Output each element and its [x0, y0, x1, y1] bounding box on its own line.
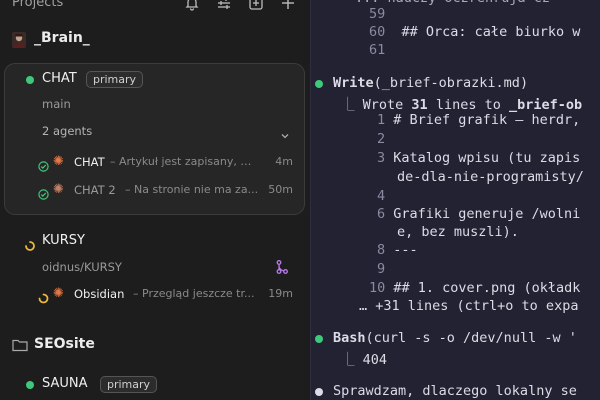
terminal-line: 4 — [377, 188, 386, 204]
spinner-icon — [38, 289, 49, 304]
avatar-icon — [12, 32, 26, 48]
bell-icon[interactable] — [184, 0, 200, 11]
agent-time: 50m — [268, 183, 293, 196]
agent-time: 4m — [275, 155, 293, 168]
session-name: KURSY — [42, 233, 85, 248]
terminal-line: Write(_brief-obrazki.md) — [333, 75, 529, 91]
terminal-line: 6 Grafiki generuje /wolni — [377, 206, 581, 222]
agent-description: – Przegląd jeszcze tr... — [133, 287, 255, 300]
agent-time: 19m — [268, 287, 293, 300]
agents-toggle[interactable]: 2 agents — [42, 123, 294, 141]
terminal-line: 59 — [369, 6, 386, 22]
terminal-line: Sprawdzam, dlaczego lokalny se — [333, 383, 577, 399]
terminal-line: 8 --- — [377, 242, 418, 258]
new-window-icon[interactable] — [248, 0, 264, 11]
chevron-down-icon — [280, 126, 290, 145]
projects-title: Projects — [12, 0, 64, 10]
terminal-line: 9 — [377, 261, 386, 277]
agent-row[interactable]: ✺ CHAT – Artykuł jest zapisany, al... 4m — [38, 154, 293, 172]
terminal-line: 2 — [377, 131, 386, 147]
terminal-line: 60 ## Orca: całe biurko w — [369, 24, 581, 40]
terminal-line: ⎿ Wrote 31 lines to _brief-ob — [341, 97, 583, 113]
terminal-line: ⎿ 404 — [341, 352, 388, 368]
terminal-line: 61 — [369, 42, 386, 58]
project-brain[interactable]: _Brain_ — [0, 27, 310, 53]
terminal-pane[interactable]: ... nauczy oczrenruja cz 59 60 ## Orca: … — [310, 0, 600, 400]
check-circle-icon — [38, 157, 49, 172]
agent-name: CHAT 2 — [74, 183, 116, 197]
message-dot — [315, 388, 323, 396]
terminal-line: 10 ## 1. cover.png (okładk — [369, 280, 581, 296]
check-circle-icon — [38, 185, 49, 200]
agent-description: – Artykuł jest zapisany, al... — [110, 155, 258, 168]
agent-row[interactable]: ✺ Obsidian – Przegląd jeszcze tr... 19m — [38, 286, 293, 304]
claude-icon: ✺ — [53, 286, 64, 301]
terminal-line: de-dla-nie-programisty/ — [397, 169, 584, 185]
project-seosite[interactable]: SEOsite — [0, 333, 310, 359]
agent-name: CHAT — [74, 155, 105, 169]
tool-status-dot — [315, 80, 323, 88]
branch-label: oidnus/KURSY — [42, 260, 122, 274]
terminal-line: e, bez muszli). — [397, 224, 519, 240]
status-dot — [26, 381, 34, 389]
spinner-icon — [25, 236, 35, 251]
agent-row[interactable]: ✺ CHAT 2 – Na stronie nie ma za... 50m — [38, 182, 293, 200]
session-name: SAUNA — [42, 376, 88, 391]
project-name: SEOsite — [34, 336, 95, 352]
terminal-line: … +31 lines (ctrl+o to expa — [359, 298, 579, 314]
branch-label: main — [42, 97, 71, 111]
folder-icon — [12, 337, 28, 353]
session-name: CHAT — [42, 71, 77, 86]
plus-icon[interactable] — [280, 0, 296, 11]
terminal-line: 1 # Brief grafik – herdr, — [377, 112, 581, 128]
claude-icon: ✺ — [53, 154, 64, 169]
terminal-line: 3 Katalog wpisu (tu zapis — [377, 150, 581, 166]
git-branch-icon — [276, 259, 288, 278]
sidebar: Projects _Brain_ CHAT primary main 2 age… — [0, 0, 310, 400]
terminal-line: Bash(curl -s -o /dev/null -w ' — [333, 330, 577, 346]
agents-count: 2 agents — [42, 124, 93, 138]
primary-badge: primary — [100, 376, 158, 393]
sliders-icon[interactable] — [216, 0, 232, 11]
claude-icon: ✺ — [53, 182, 64, 197]
status-dot — [26, 76, 34, 84]
projects-header: Projects — [12, 0, 302, 15]
primary-badge: primary — [86, 71, 144, 88]
agent-name: Obsidian — [74, 287, 125, 301]
tool-status-dot — [315, 335, 323, 343]
agent-description: – Na stronie nie ma za... — [125, 183, 259, 196]
project-name: _Brain_ — [34, 30, 90, 46]
